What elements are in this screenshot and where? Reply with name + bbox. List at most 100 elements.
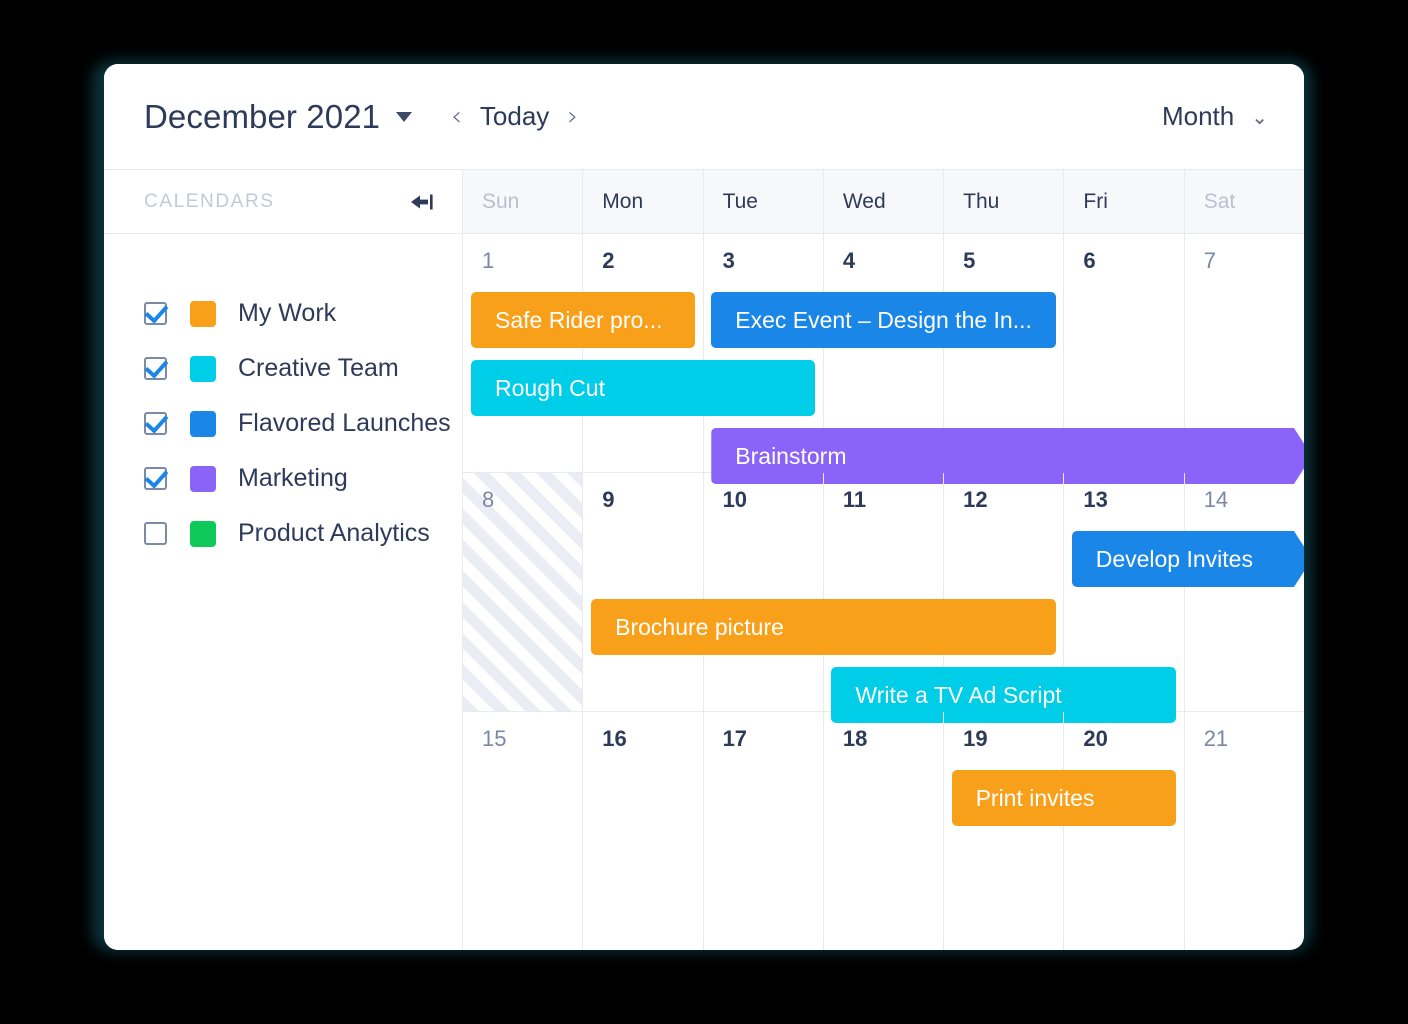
calendar-event-title: Safe Rider pro... [495,306,663,333]
calendar-checkbox[interactable] [144,522,167,545]
collapse-panel-icon[interactable] [408,190,434,214]
calendars-sidebar: CALENDARS My Work Creative Team Flavored… [104,170,463,950]
calendar-item-label: Product Analytics [238,519,430,547]
calendar-event-title: Rough Cut [495,374,605,401]
calendar-checkbox[interactable] [144,412,167,435]
calendar-item-product-analytics[interactable]: Product Analytics [104,506,462,561]
view-selector-label: Month [1161,101,1235,131]
view-selector[interactable]: Month ⌄ [1162,101,1268,132]
day-number: 13 [1083,487,1108,512]
day-cell-1[interactable]: 1 [463,234,584,472]
calendar-checkbox[interactable] [144,302,167,325]
day-number: 20 [1083,726,1108,751]
day-number: 19 [963,726,988,751]
day-number: 3 [722,248,735,273]
calendar-event[interactable]: Brochure picture [591,599,1056,655]
day-number: 5 [963,248,976,273]
calendar-event[interactable]: Exec Event – Design the In... [711,292,1056,348]
day-cell-16[interactable]: 16 [583,712,704,950]
day-cell-15[interactable]: 15 [463,712,584,950]
day-number: 1 [482,248,495,273]
date-nav-group: ‹ Today › [444,101,585,132]
day-number: 8 [482,487,495,512]
calendar-event-title: Write a TV Ad Script [855,681,1062,708]
day-cell-18[interactable]: 18 [824,712,945,950]
calendar-week-row: 8 9 10 11 12 13 14 Develop Invites Brochure pict… [463,473,1304,723]
page-title: December 2021 [144,97,381,135]
day-number: 10 [722,487,748,512]
day-of-week-wed: Wed [824,170,945,233]
day-of-week-header: Sun Mon Tue Wed Thu Fri Sat [463,170,1304,234]
app-toolbar: December 2021 ‹ Today › Month ⌄ [104,64,1304,170]
day-number: 21 [1203,726,1229,751]
day-cell-row: 15 16 17 18 19 20 21 [463,712,1304,950]
calendar-item-label: Marketing [238,464,348,492]
screenshot-stage: December 2021 ‹ Today › Month ⌄ CALENDAR… [0,0,1408,1024]
day-cell-2[interactable]: 2 [583,234,704,472]
calendar-event-title: Print invites [975,784,1095,811]
calendar-item-flavored-launches[interactable]: Flavored Launches [104,396,462,451]
day-cell-17[interactable]: 17 [704,712,824,950]
sidebar-header: CALENDARS [104,170,462,234]
day-cell-14[interactable]: 14 [1185,473,1304,711]
chevron-right-icon[interactable]: › [560,101,585,132]
calendar-item-marketing[interactable]: Marketing [104,451,462,506]
day-number: 11 [842,487,867,512]
day-number: 4 [842,248,856,273]
day-number: 16 [602,726,627,751]
calendar-event-title: Brainstorm [735,442,847,469]
caret-down-icon[interactable] [396,111,413,122]
calendar-color-swatch [190,355,216,382]
day-cell-10[interactable]: 10 [704,473,824,711]
chevron-down-icon: ⌄ [1251,104,1268,129]
calendar-event[interactable]: Develop Invites [1072,531,1304,587]
calendar-checkbox[interactable] [144,357,167,380]
calendar-color-swatch [190,520,216,547]
calendar-event[interactable]: Print invites [951,770,1176,826]
calendar-color-swatch [190,465,216,492]
chevron-left-icon[interactable]: ‹ [444,101,469,132]
day-number: 14 [1203,487,1229,512]
calendar-grid: Sun Mon Tue Wed Thu Fri Sat 1 2 3 4 5 6 7 Safe Rider … [463,170,1304,950]
day-cell-21[interactable]: 21 [1185,712,1304,950]
day-cell-8[interactable]: 8 [463,473,584,711]
calendar-checkbox[interactable] [144,467,167,490]
calendar-event-title: Brochure picture [615,613,784,640]
day-of-week-sun: Sun [463,170,584,233]
day-cell-20[interactable]: 20 [1064,712,1185,950]
calendar-week-row: 1 2 3 4 5 6 7 Safe Rider pro... Exec Event – Des… [463,234,1304,473]
calendar-item-my-work[interactable]: My Work [104,286,462,341]
day-of-week-tue: Tue [704,170,824,233]
calendar-item-label: Flavored Launches [238,409,451,437]
calendar-event[interactable]: Rough Cut [471,360,816,416]
calendar-week-row: 15 16 17 18 19 20 21 Print invites [463,712,1304,950]
calendar-item-label: My Work [238,299,337,327]
month-navigator: December 2021 [144,97,413,136]
day-of-week-sat: Sat [1203,189,1236,213]
sidebar-heading: CALENDARS [144,190,275,212]
calendar-list: My Work Creative Team Flavored Launches [104,234,462,561]
day-number: 18 [842,726,868,751]
calendar-item-label: Creative Team [238,354,399,382]
day-number: 6 [1083,248,1096,273]
day-number: 7 [1203,248,1216,273]
day-of-week-mon: Mon [583,170,704,233]
day-of-week-thu: Thu [944,170,1065,233]
calendar-color-swatch [190,300,216,327]
day-cell-9[interactable]: 9 [583,473,704,711]
day-number: 12 [963,487,988,512]
calendar-item-creative-team[interactable]: Creative Team [104,341,462,396]
day-number: 15 [482,726,507,751]
calendar-event-title: Develop Invites [1095,545,1253,572]
calendar-event[interactable]: Safe Rider pro... [471,292,696,348]
app-body: CALENDARS My Work Creative Team Flavored… [104,170,1304,950]
day-cell-19[interactable]: 19 [944,712,1065,950]
today-button[interactable]: Today [469,101,560,132]
day-number: 17 [722,726,748,751]
day-of-week-fri: Fri [1064,170,1185,233]
day-number: 9 [602,487,615,512]
calendar-event-title: Exec Event – Design the In... [735,306,1032,333]
day-number: 2 [602,248,615,273]
calendar-app-card: December 2021 ‹ Today › Month ⌄ CALENDAR… [104,64,1304,950]
calendar-color-swatch [190,410,216,437]
